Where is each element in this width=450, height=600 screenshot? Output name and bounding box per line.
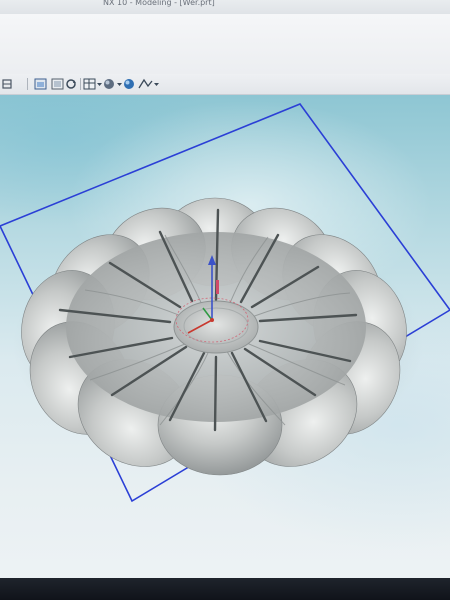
- window-title: NX 10 - Modeling - [Wer.prt]: [103, 0, 215, 7]
- title-bar: NX 10 - Modeling - [Wer.prt]: [0, 0, 450, 14]
- fit-view-icon[interactable]: [50, 77, 64, 91]
- edit-section-icon[interactable]: [138, 77, 160, 91]
- ribbon-area: [0, 14, 450, 75]
- view-orientation-icon[interactable]: [83, 77, 103, 91]
- layer-visibility-icon[interactable]: [2, 77, 12, 91]
- view-toolbar: [0, 74, 450, 95]
- toolbar-separator: [27, 78, 28, 90]
- model-canvas[interactable]: [0, 95, 450, 578]
- cad-window: NX 10 - Modeling - [Wer.prt]: [0, 0, 450, 578]
- reset-orientation-icon[interactable]: [33, 77, 47, 91]
- toolbar-separator: [80, 78, 81, 90]
- monitor-bezel: [0, 578, 450, 600]
- flower-dish-model[interactable]: [11, 191, 418, 489]
- render-style-icon[interactable]: [103, 77, 123, 91]
- refresh-icon[interactable]: [65, 77, 77, 91]
- graphics-window[interactable]: [0, 95, 450, 578]
- center-well: [173, 300, 259, 354]
- lighting-icon[interactable]: [122, 77, 136, 91]
